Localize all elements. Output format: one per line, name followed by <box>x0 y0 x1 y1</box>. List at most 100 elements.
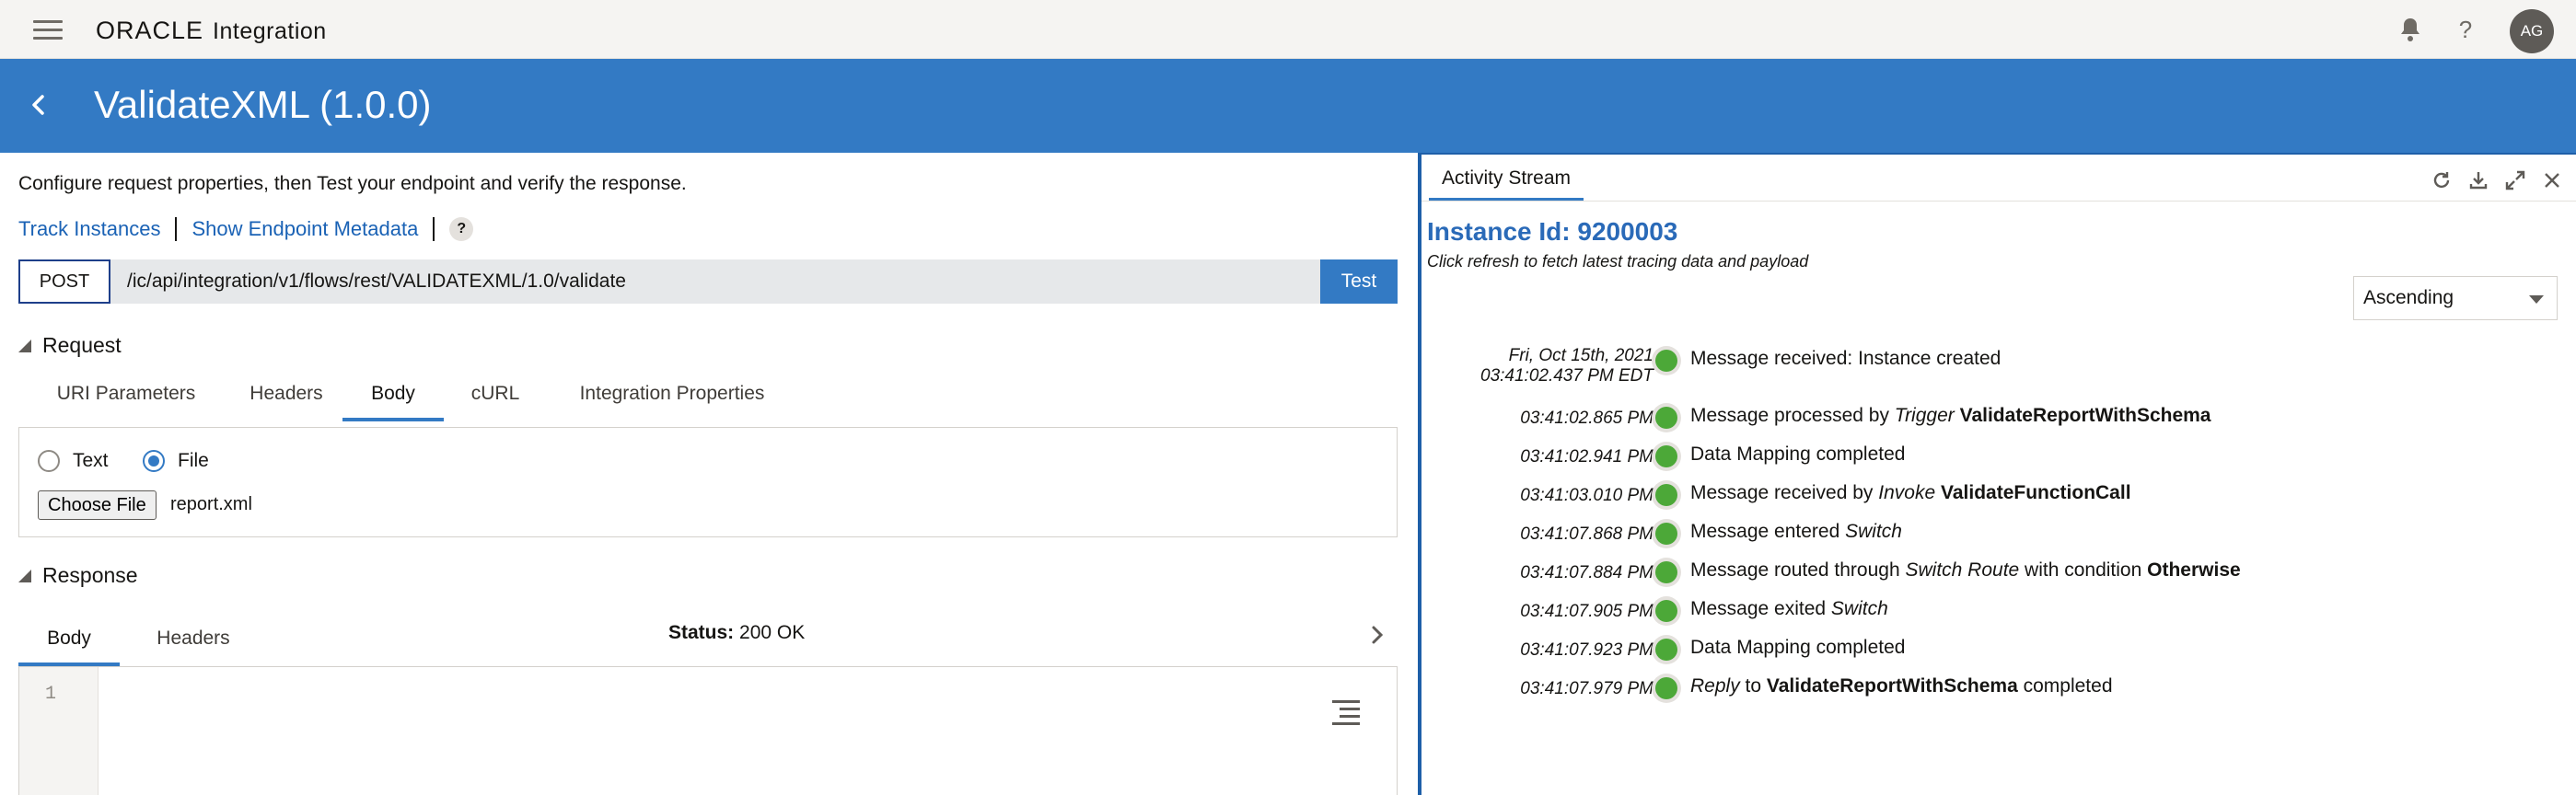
user-avatar[interactable]: AG <box>2510 9 2554 53</box>
tab-curl[interactable]: cURL <box>447 368 543 421</box>
event-message-part: Reply <box>1690 675 1740 697</box>
event-time-line: 03:41:02.437 PM EDT <box>1480 366 1654 386</box>
event-message-part: Message received: Instance created <box>1690 348 2002 369</box>
back-button[interactable] <box>22 88 55 121</box>
activity-timeline: Fri, Oct 15th, 2021 03:41:02.437 PM EDT Me… <box>1421 155 2576 795</box>
tab-headers[interactable]: Headers <box>225 368 348 421</box>
event-time: 03:41:07.905 PM <box>1520 602 1654 622</box>
brand-name: ORACLE <box>96 17 204 44</box>
event-time-line: 03:41:07.923 PM <box>1520 640 1654 660</box>
product-name: Integration <box>213 18 327 44</box>
tab-uri-parameters[interactable]: URI Parameters <box>28 368 225 421</box>
status-success-dot-icon[interactable] <box>1655 523 1677 545</box>
tab-response-headers[interactable]: Headers <box>138 613 249 666</box>
event-time: 03:41:07.979 PM <box>1520 679 1654 699</box>
expand-response-button[interactable] <box>1366 624 1388 646</box>
radio-circle-selected <box>143 450 165 472</box>
request-section-label: Request <box>42 333 122 357</box>
event-message-part: Otherwise <box>2147 559 2241 581</box>
selected-filename: report.xml <box>170 494 252 514</box>
format-code-icon[interactable] <box>1332 700 1360 725</box>
event-message-part: to <box>1739 675 1767 697</box>
collapse-triangle-icon <box>18 339 31 352</box>
event-time: 03:41:07.868 PM <box>1520 524 1654 545</box>
http-method-button[interactable]: POST <box>18 259 110 304</box>
event-time-line: 03:41:07.905 PM <box>1520 602 1654 621</box>
event-time-line: 03:41:07.979 PM <box>1520 679 1654 698</box>
event-message-part: Data Mapping completed <box>1690 444 1906 465</box>
radio-circle <box>38 450 60 472</box>
choose-file-button[interactable]: Choose File <box>38 490 157 520</box>
request-tabs: URI Parameters Headers Body cURL Integra… <box>18 368 1398 421</box>
event-message-part: with condition <box>2019 559 2148 581</box>
event-time: 03:41:03.010 PM <box>1520 486 1654 506</box>
test-button[interactable]: Test <box>1320 259 1398 304</box>
event-time: 03:41:02.865 PM <box>1520 409 1654 429</box>
link-separator <box>433 217 435 241</box>
status-success-dot-icon[interactable] <box>1655 677 1677 699</box>
status-value: 200 OK <box>739 622 806 643</box>
request-section-toggle[interactable]: Request <box>18 333 122 358</box>
event-message-part: Message exited <box>1690 598 1831 619</box>
notifications-bell-icon[interactable] <box>2397 17 2423 42</box>
status-label: Status: <box>668 622 735 643</box>
response-status: Status: 200 OK <box>668 622 805 644</box>
event-time-line: 03:41:03.010 PM <box>1520 486 1654 505</box>
event-time-line: 03:41:02.941 PM <box>1520 447 1654 467</box>
event-time: 03:41:02.941 PM <box>1520 447 1654 467</box>
top-bar: ORACLE Integration ? AG <box>0 0 2576 59</box>
radio-file-label: File <box>178 450 209 471</box>
hamburger-menu-icon[interactable] <box>33 20 63 40</box>
event-message: Message processed by Trigger ValidateRep… <box>1690 405 2211 427</box>
event-message-part: ValidateReportWithSchema <box>1766 675 2018 697</box>
endpoint-url-input[interactable] <box>127 259 1287 304</box>
event-time-line: 03:41:02.865 PM <box>1520 409 1654 428</box>
event-message: Message received: Instance created <box>1690 348 2001 370</box>
event-message-part: Data Mapping completed <box>1690 637 1906 658</box>
status-success-dot-icon[interactable] <box>1655 600 1677 622</box>
event-message-part: completed <box>2017 675 2113 697</box>
event-message: Message received by Invoke ValidateFunct… <box>1690 482 2131 504</box>
status-success-dot-icon[interactable] <box>1655 484 1677 506</box>
event-message: Message routed through Switch Route with… <box>1690 559 2241 582</box>
chevron-right-icon <box>1372 626 1384 644</box>
request-body-panel: Text File Choose File report.xml <box>18 427 1398 537</box>
radio-text[interactable]: Text <box>38 450 109 472</box>
tab-body[interactable]: Body <box>342 368 444 421</box>
help-icon[interactable]: ? <box>2453 17 2478 42</box>
response-body-editor[interactable]: 1 <box>18 666 1398 795</box>
page-title: ValidateXML (1.0.0) <box>94 83 432 126</box>
event-message-part: Message entered <box>1690 521 1846 542</box>
event-time-line: 03:41:07.884 PM <box>1520 563 1654 582</box>
tab-integration-properties[interactable]: Integration Properties <box>551 368 794 421</box>
tab-response-body[interactable]: Body <box>18 613 120 666</box>
event-message-part: ValidateReportWithSchema <box>1959 405 2211 426</box>
event-time-line: 03:41:07.868 PM <box>1520 524 1654 544</box>
response-section-toggle[interactable]: Response <box>18 563 138 588</box>
test-endpoint-pane: Configure request properties, then Test … <box>0 153 1418 795</box>
event-message-part: Invoke <box>1878 482 1936 503</box>
links-row: Track Instances Show Endpoint Metadata ? <box>18 217 474 241</box>
radio-text-label: Text <box>73 450 109 471</box>
event-time-line: Fri, Oct 15th, 2021 <box>1508 346 1654 365</box>
intro-text: Configure request properties, then Test … <box>18 173 687 194</box>
event-message: Message exited Switch <box>1690 598 1888 620</box>
track-instances-link[interactable]: Track Instances <box>18 217 160 241</box>
event-message-part: Switch Route <box>1905 559 2020 581</box>
radio-file[interactable]: File <box>143 450 209 472</box>
oracle-logo: ORACLE Integration <box>96 17 327 45</box>
editor-gutter: 1 <box>19 667 99 795</box>
status-success-dot-icon[interactable] <box>1655 350 1677 372</box>
status-success-dot-icon[interactable] <box>1655 561 1677 583</box>
status-success-dot-icon[interactable] <box>1655 639 1677 661</box>
event-message-part: Trigger <box>1894 405 1955 426</box>
status-success-dot-icon[interactable] <box>1655 445 1677 467</box>
status-success-dot-icon[interactable] <box>1655 407 1677 429</box>
event-message-part: Switch <box>1830 598 1888 619</box>
response-section-label: Response <box>42 563 138 587</box>
show-endpoint-metadata-link[interactable]: Show Endpoint Metadata <box>191 217 418 241</box>
url-row: POST Test <box>18 259 1398 304</box>
help-badge-icon[interactable]: ? <box>449 217 474 241</box>
event-message-part: ValidateFunctionCall <box>1941 482 2131 503</box>
event-message-part: Message processed by <box>1690 405 1895 426</box>
